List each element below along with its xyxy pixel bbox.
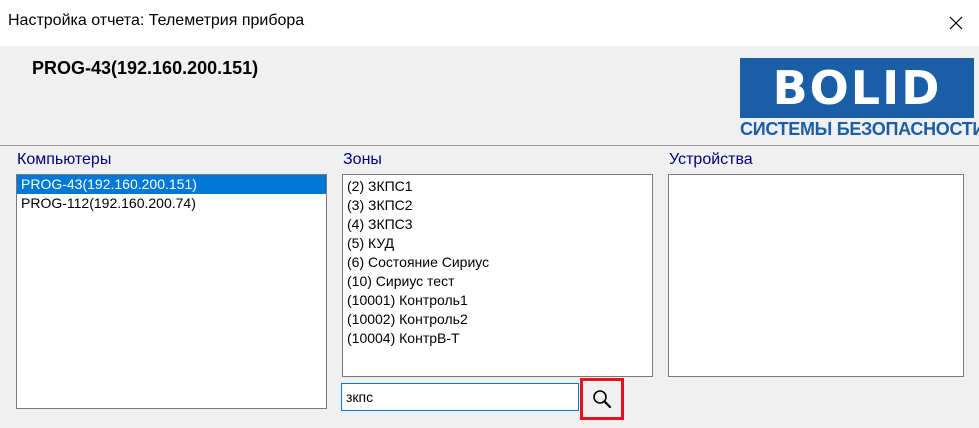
devices-label: Устройства bbox=[669, 151, 753, 168]
zone-list-item[interactable]: (10002) Контроль2 bbox=[343, 310, 652, 329]
zones-label: Зоны bbox=[343, 151, 382, 168]
window-title: Настройка отчета: Телеметрия прибора bbox=[8, 12, 305, 29]
bolid-logo: BOLID bbox=[740, 58, 974, 118]
close-button[interactable] bbox=[933, 0, 979, 46]
device-name: PROG-43(192.160.200.151) bbox=[32, 58, 259, 78]
zone-list-item[interactable]: (6) Состояние Сириус bbox=[343, 253, 652, 272]
computers-listbox[interactable]: PROG-43(192.160.200.151) PROG-112(192.160… bbox=[16, 174, 327, 409]
logo-brand-text: BOLID bbox=[772, 61, 942, 115]
computer-list-item[interactable]: PROG-43(192.160.200.151) bbox=[17, 175, 326, 194]
close-icon bbox=[949, 16, 963, 30]
zone-list-item[interactable]: (5) КУД bbox=[343, 234, 652, 253]
zone-list-item[interactable]: (10004) КонтрВ-Т bbox=[343, 329, 652, 348]
search-button[interactable] bbox=[580, 378, 624, 420]
zone-search-input[interactable] bbox=[341, 383, 579, 411]
zones-listbox[interactable]: (2) ЗКПС1 (3) ЗКПС2 (4) ЗКПС3 (5) КУД (6) Со… bbox=[342, 174, 653, 377]
zone-list-item[interactable]: (10001) Контроль1 bbox=[343, 291, 652, 310]
computers-label: Компьютеры bbox=[17, 151, 112, 168]
logo-subtitle: СИСТЕМЫ БЕЗОПАСНОСТИ bbox=[740, 119, 979, 139]
zone-list-item[interactable]: (10) Сириус тест bbox=[343, 272, 652, 291]
search-icon bbox=[593, 390, 612, 409]
zone-list-item[interactable]: (4) ЗКПС3 bbox=[343, 215, 652, 234]
devices-listbox[interactable] bbox=[668, 174, 964, 377]
title-bar: Настройка отчета: Телеметрия прибора bbox=[0, 0, 979, 46]
computer-list-item[interactable]: PROG-112(192.160.200.74) bbox=[17, 194, 326, 213]
zone-list-item[interactable]: (3) ЗКПС2 bbox=[343, 196, 652, 215]
zone-list-item[interactable]: (2) ЗКПС1 bbox=[343, 177, 652, 196]
